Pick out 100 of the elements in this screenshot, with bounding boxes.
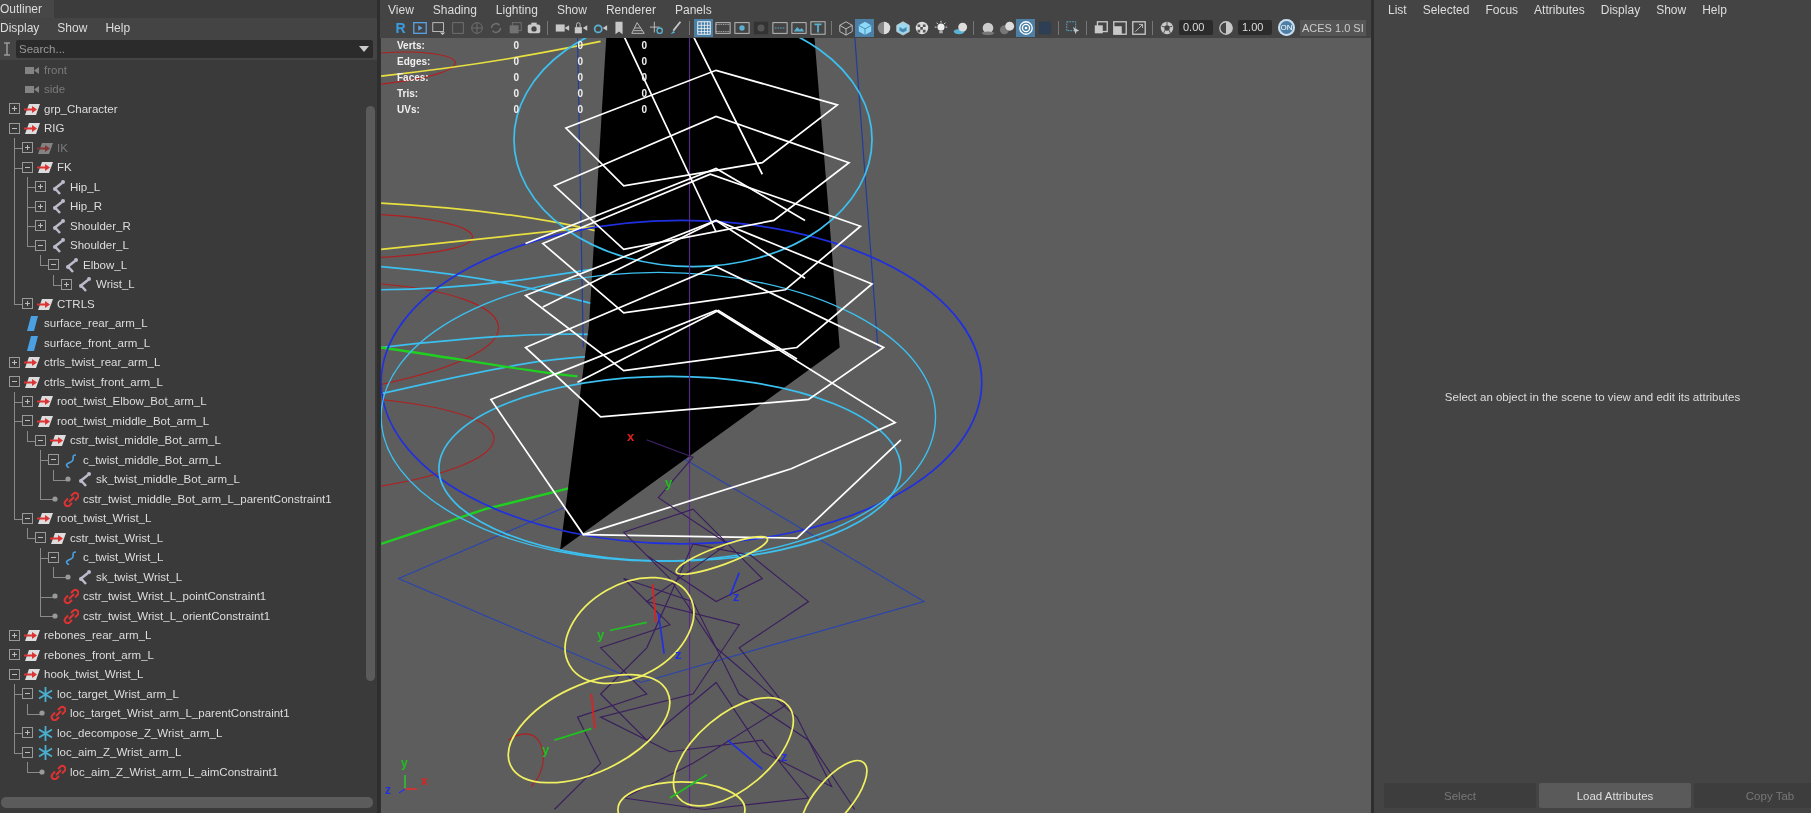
menu-item[interactable]: Selected	[1422, 3, 1470, 17]
tree-item[interactable]: c_twist_middle_Bot_arm_L	[83, 453, 222, 466]
collapse-toggle-icon[interactable]	[22, 746, 33, 758]
collapse-toggle-icon[interactable]	[48, 551, 59, 563]
collapse-toggle-icon[interactable]	[48, 259, 59, 271]
shaded-cube-icon	[856, 19, 873, 36]
expand-toggle-icon[interactable]	[22, 142, 33, 154]
tree-item[interactable]: Shoulder_R	[70, 219, 131, 232]
search-field[interactable]: Search...	[16, 40, 355, 58]
menu-item[interactable]: Focus	[1485, 3, 1519, 17]
horizontal-scrollbar[interactable]	[0, 791, 377, 813]
tree-item[interactable]: ctrls_twist_rear_arm_L	[44, 356, 161, 369]
tree-item[interactable]: sk_twist_Wrist_L	[96, 570, 183, 583]
menu-item[interactable]: Shading	[432, 2, 477, 17]
joint-icon	[76, 568, 92, 585]
tree-item[interactable]: surface_rear_arm_L	[44, 317, 148, 330]
tree-item[interactable]: Shoulder_L	[70, 239, 129, 252]
collapse-toggle-icon[interactable]	[9, 376, 20, 388]
collapse-toggle-icon[interactable]	[22, 161, 33, 173]
expand-toggle-icon[interactable]	[35, 200, 46, 212]
menu-item[interactable]: Show	[57, 21, 88, 35]
tree-item[interactable]: CTRLS	[57, 297, 95, 310]
menu-item[interactable]: Display	[1600, 3, 1641, 17]
menu-item[interactable]: Help	[1702, 3, 1727, 17]
menu-item[interactable]: View	[388, 2, 414, 17]
tree-item[interactable]: root_twist_Wrist_L	[57, 512, 152, 525]
tree-item[interactable]: cstr_twist_Wrist_L	[70, 531, 164, 544]
tree-item[interactable]: loc_aim_Z_Wrist_arm_L	[57, 746, 182, 759]
expand-toggle-icon[interactable]	[22, 727, 33, 739]
half-circle-button[interactable]	[1216, 18, 1235, 37]
target-button[interactable]	[1016, 18, 1035, 37]
toggle-button[interactable]: ON	[1278, 19, 1295, 36]
tree-item[interactable]: sk_twist_middle_Bot_arm_L	[96, 473, 240, 486]
collapse-toggle-icon[interactable]	[48, 454, 59, 466]
menu-item[interactable]: Show	[1656, 3, 1687, 17]
filter-icon[interactable]	[2, 41, 12, 57]
tree-item[interactable]: surface_front_arm_L	[44, 336, 151, 349]
tree-item[interactable]: Wrist_L	[96, 278, 135, 291]
cube-outline-button[interactable]	[893, 18, 912, 37]
cube-outline-icon	[894, 19, 911, 36]
menu-item[interactable]: Lighting	[495, 2, 538, 17]
tree-item[interactable]: loc_target_Wrist_arm_L	[57, 687, 179, 700]
menu-item[interactable]: Panels	[674, 2, 712, 17]
tree-item[interactable]: loc_aim_Z_Wrist_arm_L_aimConstraint1	[70, 765, 279, 778]
tree-item[interactable]: root_twist_middle_Bot_arm_L	[57, 414, 210, 427]
tree-item[interactable]: Elbow_L	[83, 258, 128, 271]
collapse-toggle-icon[interactable]	[9, 668, 20, 680]
expand-toggle-icon[interactable]	[35, 181, 46, 193]
expand-toggle-icon[interactable]	[9, 356, 20, 368]
menu-item[interactable]: Renderer	[605, 2, 656, 17]
tree-item[interactable]: rebones_rear_arm_L	[44, 629, 152, 642]
menu-item[interactable]: Help	[105, 21, 131, 35]
menu-item[interactable]: Display	[0, 21, 40, 35]
collapse-toggle-icon[interactable]	[22, 688, 33, 700]
tree-item[interactable]: rebones_front_arm_L	[44, 648, 154, 661]
expand-toggle-icon[interactable]	[61, 278, 72, 290]
menu-item[interactable]: Attributes	[1534, 3, 1585, 17]
axis-label: y	[542, 743, 550, 756]
tree-item[interactable]: root_twist_Elbow_Bot_arm_L	[57, 395, 207, 408]
expand-toggle-icon[interactable]	[9, 103, 20, 115]
tree-item[interactable]: loc_decompose_Z_Wrist_arm_L	[57, 726, 223, 739]
collapse-toggle-icon[interactable]	[22, 512, 33, 524]
collapse-toggle-icon[interactable]	[9, 122, 20, 134]
tree-item[interactable]: FK	[57, 161, 72, 174]
select-cursor-button[interactable]	[1063, 18, 1082, 37]
expand-toggle-icon[interactable]	[35, 220, 46, 232]
tree-item[interactable]: ctrls_twist_front_arm_L	[44, 375, 163, 388]
value-field[interactable]: 1.00	[1238, 20, 1272, 35]
tree-item[interactable]: Hip_R	[70, 200, 102, 213]
wire-cube-button[interactable]	[836, 18, 855, 37]
tree-item[interactable]: hook_twist_Wrist_L	[44, 668, 144, 681]
image-frame-button[interactable]	[1129, 18, 1148, 37]
collapse-toggle-icon[interactable]	[35, 434, 46, 446]
color-space-dropdown[interactable]: ACES 1.0 SI	[1300, 19, 1366, 36]
tree-item[interactable]: c_twist_Wrist_L	[83, 551, 164, 564]
expand-toggle-icon[interactable]	[22, 395, 33, 407]
expand-toggle-icon[interactable]	[9, 629, 20, 641]
tree-item[interactable]: Hip_L	[70, 180, 101, 193]
tree-item[interactable]: cstr_twist_middle_Bot_arm_L_parentConstraint1	[83, 492, 332, 505]
square-corner-button[interactable]	[1110, 18, 1129, 37]
collapse-toggle-icon[interactable]	[35, 239, 46, 251]
collapse-toggle-icon[interactable]	[22, 415, 33, 427]
tree-item[interactable]: cstr_twist_middle_Bot_arm_L	[70, 434, 221, 447]
text-frame-button[interactable]	[808, 18, 827, 37]
shaded-cube-button[interactable]	[855, 18, 874, 37]
tree-item[interactable]: RIG	[44, 122, 65, 135]
collapse-toggle-icon[interactable]	[35, 532, 46, 544]
menu-item[interactable]: List	[1388, 3, 1407, 17]
panel-tab[interactable]: Outliner	[0, 0, 55, 18]
tree-item[interactable]: loc_target_Wrist_arm_L_parentConstraint1	[70, 707, 290, 720]
expand-toggle-icon[interactable]	[9, 649, 20, 661]
tree-item[interactable]: cstr_twist_Wrist_L_orientConstraint1	[83, 609, 271, 622]
menu-item[interactable]: Show	[556, 2, 587, 17]
tree-item[interactable]: cstr_twist_Wrist_L_pointConstraint1	[83, 590, 267, 603]
expand-toggle-icon[interactable]	[22, 298, 33, 310]
dropdown-caret-icon[interactable]	[355, 40, 373, 58]
tree-item[interactable]: grp_Character	[44, 102, 118, 115]
panel-button[interactable]: Load Attributes	[1539, 783, 1691, 808]
value-field[interactable]: 0.00	[1179, 20, 1213, 35]
grid-button[interactable]	[694, 18, 713, 37]
